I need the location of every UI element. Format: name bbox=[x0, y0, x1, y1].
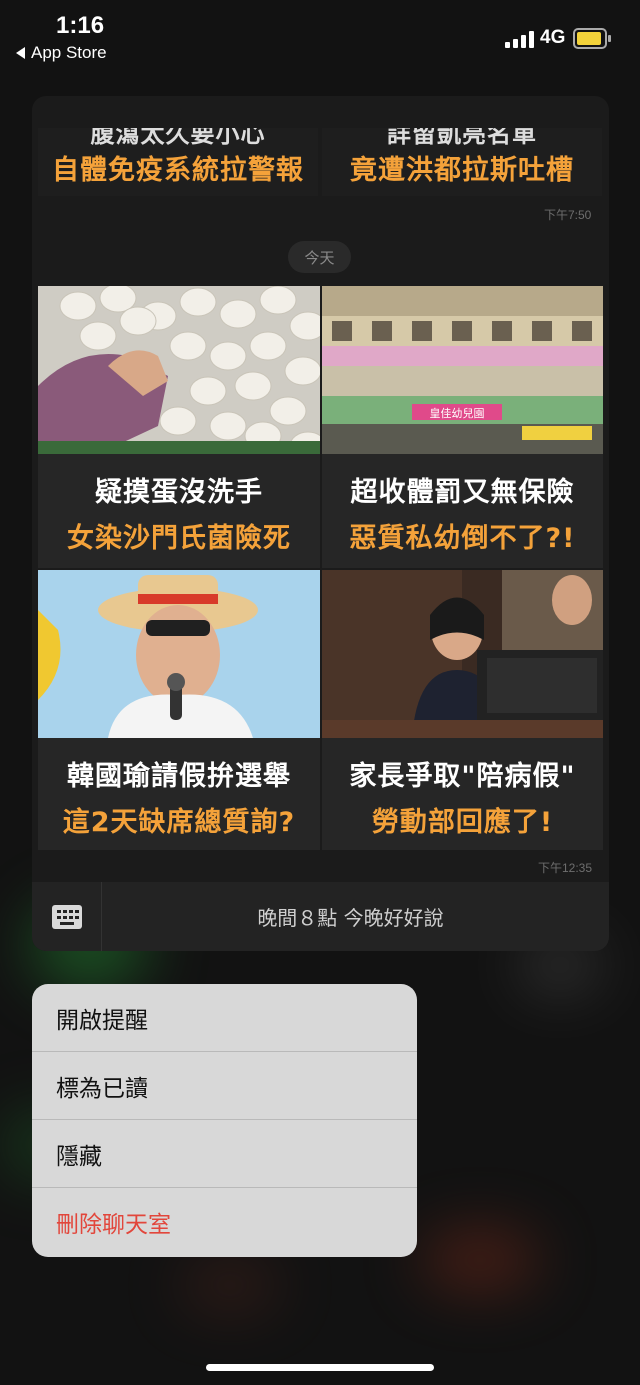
news-tile[interactable]: 詳留凱亮名單 竟遭洪都拉斯吐槽 bbox=[322, 128, 602, 196]
rich-menu-label[interactable]: 晚間８點 今晚好好說 bbox=[102, 902, 609, 931]
menu-item-mark-as-read[interactable]: 標為已讀 bbox=[32, 1052, 417, 1120]
sign-text: 皇佳幼兒園 bbox=[430, 406, 485, 420]
news-headline: 家長爭取"陪病假" bbox=[349, 761, 576, 792]
news-tile[interactable]: 韓國瑜請假拚選舉 這2天缺席總質詢? bbox=[38, 570, 320, 850]
back-to-app-store-button[interactable]: App Store bbox=[16, 43, 107, 63]
back-arrow-icon bbox=[16, 47, 25, 59]
cellular-signal-icon bbox=[505, 30, 534, 48]
news-subheadline: 自體免疫系統拉警報 bbox=[52, 155, 304, 186]
context-menu: 開啟提醒 標為已讀 隱藏 刪除聊天室 bbox=[32, 984, 417, 1257]
keyboard-button[interactable] bbox=[32, 882, 102, 951]
news-headline: 超收體罰又無保險 bbox=[350, 477, 575, 508]
news-subheadline: 惡質私幼倒不了?! bbox=[349, 523, 576, 554]
back-label: App Store bbox=[31, 43, 107, 62]
news-tile[interactable]: 腹瀉太久要小心 自體免疫系統拉警報 bbox=[38, 128, 318, 196]
date-divider: 今天 bbox=[288, 241, 351, 273]
status-time: 1:16 bbox=[56, 12, 105, 39]
news-headline: 疑摸蛋沒洗手 bbox=[95, 477, 263, 508]
menu-item-enable-notifications[interactable]: 開啟提醒 bbox=[32, 984, 417, 1052]
news-photo-politician bbox=[38, 570, 320, 738]
news-subheadline: 竟遭洪都拉斯吐槽 bbox=[350, 155, 574, 186]
chat-input-bar: 晚間８點 今晚好好說 bbox=[32, 882, 609, 951]
news-headline: 腹瀉太久要小心 bbox=[90, 128, 266, 148]
news-tile[interactable]: 疑摸蛋沒洗手 女染沙門氏菌險死 bbox=[38, 286, 320, 568]
message-timestamp: 下午12:35 bbox=[538, 861, 593, 875]
background-blur bbox=[420, 1230, 540, 1290]
chat-preview[interactable]: 腹瀉太久要小心 自體免疫系統拉警報 詳留凱亮名單 竟遭洪都拉斯吐槽 下午7:50… bbox=[32, 96, 609, 951]
news-tile[interactable]: 皇佳幼兒園 超收體罰又無保險 惡質私幼倒不了?! bbox=[322, 286, 603, 568]
message-timestamp: 下午7:50 bbox=[544, 208, 592, 222]
news-tile[interactable]: 家長爭取"陪病假" 勞動部回應了! bbox=[322, 570, 603, 850]
news-photo-eggs bbox=[38, 286, 320, 454]
news-photo-legislature bbox=[322, 570, 603, 738]
keyboard-icon bbox=[51, 904, 82, 929]
network-type: 4G bbox=[540, 27, 566, 48]
news-subheadline: 勞動部回應了! bbox=[371, 807, 554, 838]
background-blur bbox=[180, 1260, 280, 1310]
news-headline: 詳留凱亮名單 bbox=[387, 128, 537, 148]
menu-item-delete-chat[interactable]: 刪除聊天室 bbox=[32, 1188, 417, 1256]
news-photo-kindergarten: 皇佳幼兒園 bbox=[322, 286, 603, 454]
menu-item-hide[interactable]: 隱藏 bbox=[32, 1120, 417, 1188]
news-subheadline: 女染沙門氏菌險死 bbox=[67, 523, 291, 554]
news-headline: 韓國瑜請假拚選舉 bbox=[67, 761, 291, 792]
home-indicator[interactable] bbox=[206, 1364, 434, 1371]
news-subheadline: 這2天缺席總質詢? bbox=[62, 807, 296, 838]
battery-icon bbox=[573, 28, 611, 49]
